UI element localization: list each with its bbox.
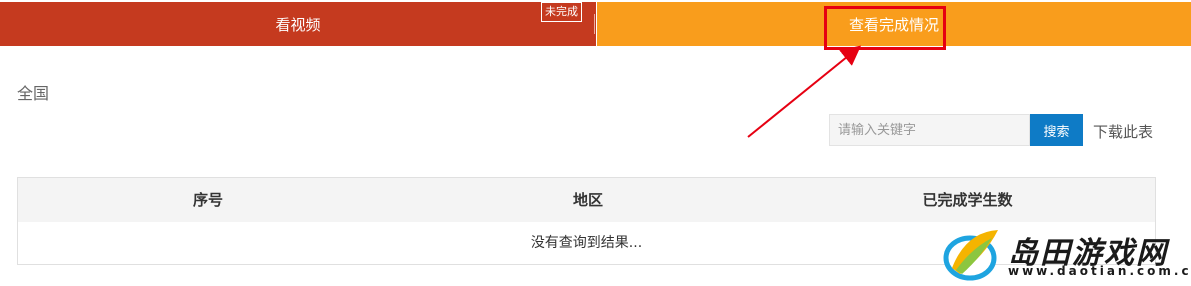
incomplete-badge: 未完成 (541, 2, 582, 22)
table-header: 序号 地区 已完成学生数 (18, 178, 1155, 222)
column-header-index: 序号 (192, 191, 223, 209)
watermark-url: www.daotian.com.cn (1008, 264, 1191, 278)
watermark-logo-icon (943, 230, 998, 281)
watermark: 岛田游戏网 www.daotian.com.cn (938, 222, 1191, 286)
column-header-completed-count: 已完成学生数 (922, 191, 1013, 209)
search-input[interactable] (829, 114, 1030, 146)
tab-watch-video[interactable]: 看视频 (0, 2, 596, 46)
column-header-region: 地区 (572, 191, 603, 209)
tab-divider (594, 14, 595, 34)
search-button[interactable]: 搜索 (1030, 114, 1083, 146)
tab-bar: 看视频 未完成 查看完成情况 (0, 0, 1191, 50)
download-table-link[interactable]: 下载此表 (1093, 121, 1153, 142)
highlight-box (824, 6, 946, 50)
region-label: 全国 (17, 84, 50, 103)
tab-watch-video-label: 看视频 (275, 15, 321, 34)
